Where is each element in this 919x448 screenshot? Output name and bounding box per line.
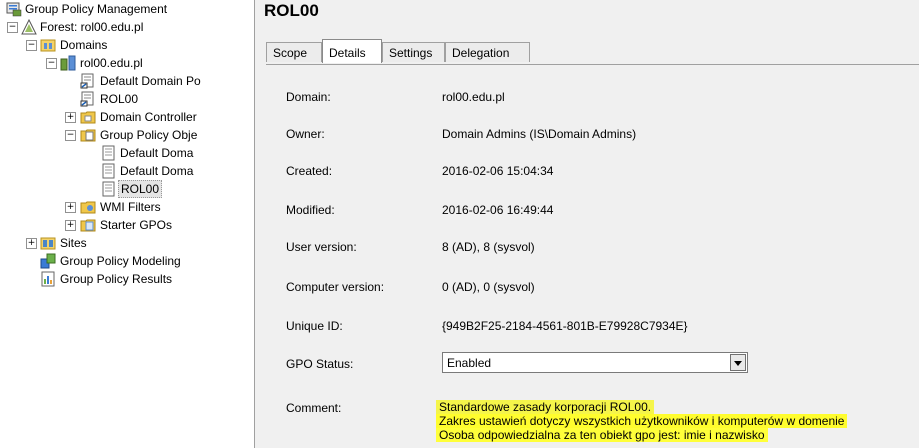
tree-item-gpo-default-2[interactable]: Default Doma — [0, 162, 254, 180]
collapse-toggle[interactable]: − — [26, 40, 37, 51]
tree-label: Starter GPOs — [100, 218, 173, 232]
domain-value: rol00.edu.pl — [442, 90, 505, 104]
details-panel: Domain: rol00.edu.pl Owner: Domain Admin… — [266, 64, 919, 448]
domain-label: Domain: — [286, 90, 331, 104]
tree-label: Default Doma — [120, 146, 194, 160]
comment-label: Comment: — [286, 401, 342, 415]
tree-label: Group Policy Modeling — [60, 254, 181, 268]
gpo-link-icon — [80, 73, 94, 89]
tree-label: Group Policy Management — [25, 2, 168, 16]
modeling-icon — [40, 253, 56, 269]
collapse-toggle[interactable]: − — [7, 22, 18, 33]
results-icon — [41, 271, 55, 287]
gpo-icon — [102, 163, 115, 179]
expand-toggle[interactable]: + — [65, 220, 76, 231]
tree-label: Group Policy Obje — [100, 128, 198, 142]
tree-item-starter-gpos[interactable]: + Starter GPOs — [0, 216, 254, 234]
tree-label: Default Doma — [120, 164, 194, 178]
tree-label: WMI Filters — [100, 200, 161, 214]
tree-label: Group Policy Results — [60, 272, 173, 286]
tree-label: Domains — [60, 38, 108, 52]
navigation-tree: Group Policy Management − Forest: rol00.… — [0, 0, 254, 448]
tree-label: rol00.edu.pl — [80, 56, 143, 70]
gpm-console-icon — [6, 2, 22, 17]
tree-item-domains[interactable]: − Domains — [0, 36, 254, 54]
modified-label: Modified: — [286, 203, 335, 217]
ou-folder-icon — [80, 111, 96, 124]
gpo-link-icon — [80, 91, 94, 107]
tree-label: Domain Controller — [100, 110, 197, 124]
computer-version-label: Computer version: — [286, 280, 385, 294]
tree-label: ROL00 — [100, 92, 139, 106]
tab-settings[interactable]: Settings — [382, 42, 445, 62]
gpo-icon — [102, 145, 115, 161]
tab-scope[interactable]: Scope — [266, 42, 322, 62]
gpo-status-select[interactable]: Enabled — [442, 352, 748, 373]
tree-item-gpo-rol00[interactable]: ROL00 — [0, 180, 254, 198]
tree-item-gp-results[interactable]: Group Policy Results — [0, 270, 254, 288]
comment-line: Osoba odpowiedzialna za ten obiekt gpo j… — [436, 428, 768, 442]
created-label: Created: — [286, 164, 333, 178]
collapse-toggle[interactable]: − — [46, 58, 57, 69]
modified-value: 2016-02-06 16:49:44 — [442, 203, 554, 217]
collapse-toggle[interactable]: − — [65, 130, 76, 141]
tree-item-sites[interactable]: + Sites — [0, 234, 254, 252]
tree-item-gpo-default-1[interactable]: Default Doma — [0, 144, 254, 162]
domains-folder-icon — [40, 39, 56, 52]
comment-line: Standardowe zasady korporacji ROL00. — [436, 400, 655, 414]
tree-item-forest[interactable]: − Forest: rol00.edu.pl — [0, 18, 254, 36]
details-pane: ROL00 Scope Details Settings Delegation … — [258, 0, 919, 448]
expand-toggle[interactable]: + — [65, 202, 76, 213]
domain-icon — [60, 55, 76, 71]
tab-delegation[interactable]: Delegation — [445, 42, 530, 62]
tree-item-wmi-filters[interactable]: + WMI Filters — [0, 198, 254, 216]
user-version-value: 8 (AD), 8 (sysvol) — [442, 240, 535, 254]
comment-line: Zakres ustawień dotyczy wszystkich użytk… — [436, 414, 848, 428]
owner-value: Domain Admins (IS\Domain Admins) — [442, 127, 637, 141]
comment-text[interactable]: Standardowe zasady korporacji ROL00. Zak… — [436, 400, 848, 442]
tree-item-rol00-link[interactable]: ROL00 — [0, 90, 254, 108]
sites-icon — [40, 237, 56, 250]
tree-item-gp-modeling[interactable]: Group Policy Modeling — [0, 252, 254, 270]
wmi-folder-icon — [80, 201, 96, 214]
owner-label: Owner: — [286, 127, 325, 141]
unique-id-label: Unique ID: — [286, 319, 343, 333]
starter-gpo-folder-icon — [80, 219, 96, 232]
tree-item-gpm-root[interactable]: Group Policy Management — [0, 0, 254, 18]
computer-version-value: 0 (AD), 0 (sysvol) — [442, 280, 535, 294]
expand-toggle[interactable]: + — [26, 238, 37, 249]
tree-item-default-domain-policy[interactable]: Default Domain Po — [0, 72, 254, 90]
unique-id-value: {949B2F25-2184-4561-801B-E79928C7934E} — [442, 319, 688, 333]
page-title: ROL00 — [264, 1, 319, 20]
created-value: 2016-02-06 15:04:34 — [442, 164, 554, 178]
gpo-status-value: Enabled — [447, 356, 492, 370]
forest-icon — [21, 19, 37, 35]
chevron-down-icon[interactable] — [730, 354, 746, 371]
tree-item-domain-controllers[interactable]: + Domain Controller — [0, 108, 254, 126]
expand-toggle[interactable]: + — [65, 112, 76, 123]
tree-item-group-policy-objects[interactable]: − Group Policy Obje — [0, 126, 254, 144]
tab-details[interactable]: Details — [322, 39, 382, 63]
gpo-folder-icon — [80, 129, 96, 142]
gpo-status-label: GPO Status: — [286, 357, 354, 371]
tree-label: Forest: rol00.edu.pl — [40, 20, 144, 34]
tree-item-domain[interactable]: − rol00.edu.pl — [0, 54, 254, 72]
tree-label: Default Domain Po — [100, 74, 201, 88]
tree-label: Sites — [60, 236, 87, 250]
tree-label-selected: ROL00 — [118, 180, 163, 198]
gpo-icon — [102, 181, 115, 197]
user-version-label: User version: — [286, 240, 357, 254]
